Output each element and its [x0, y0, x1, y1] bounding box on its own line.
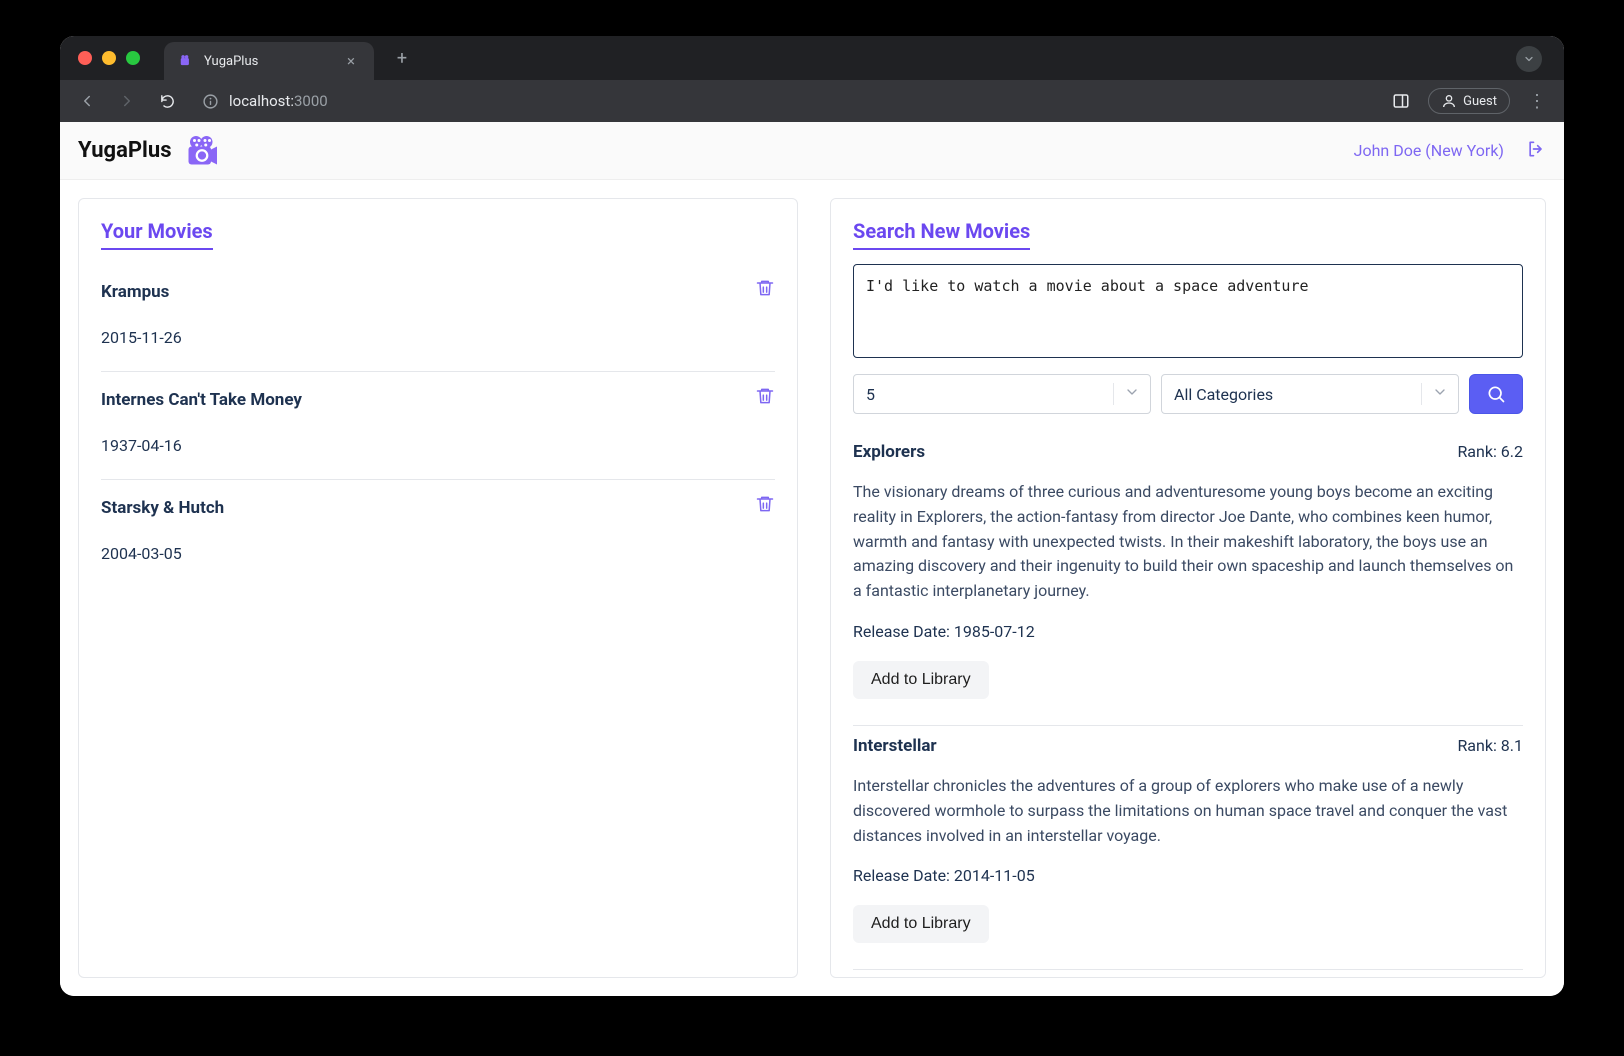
category-value: All Categories	[1174, 385, 1273, 404]
result-title: Interstellar	[853, 736, 937, 756]
info-icon	[202, 93, 219, 110]
user-area: John Doe (New York)	[1354, 139, 1546, 163]
delete-button[interactable]	[755, 386, 775, 410]
movie-title: Internes Can't Take Money	[101, 390, 775, 410]
logout-icon[interactable]	[1526, 139, 1546, 163]
user-link[interactable]: John Doe (New York)	[1354, 141, 1504, 160]
delete-button[interactable]	[755, 278, 775, 302]
category-select[interactable]: All Categories	[1161, 374, 1459, 414]
result-rank: Rank: 6.2	[1457, 442, 1523, 461]
search-result: Interstellar Rank: 8.1 Interstellar chroni…	[853, 726, 1523, 970]
delete-button[interactable]	[755, 494, 775, 518]
library-panel: Your Movies Krampus 2015-11-26 Internes Ca…	[78, 198, 798, 978]
maximize-window-button[interactable]	[126, 51, 140, 65]
library-heading: Your Movies	[101, 219, 213, 250]
movie-title: Krampus	[101, 282, 775, 302]
search-panel: Search New Movies 5 All Categories	[830, 198, 1546, 978]
url-port: 3000	[294, 92, 328, 110]
close-tab-icon[interactable]: ×	[342, 52, 360, 70]
profile-label: Guest	[1463, 94, 1497, 109]
result-release-date: Release Date: 1985-07-12	[853, 622, 1523, 641]
url-host: localhost:	[229, 92, 294, 110]
search-result: Explorers Rank: 6.2 The visionary dreams o…	[853, 432, 1523, 726]
tab-title: YugaPlus	[204, 54, 258, 69]
result-release-date: Release Date: 2014-11-05	[853, 866, 1523, 885]
brand-name: YugaPlus	[78, 138, 172, 163]
profile-button[interactable]: Guest	[1428, 88, 1510, 114]
search-input[interactable]	[853, 264, 1523, 358]
tabs-dropdown-icon[interactable]	[1516, 46, 1542, 72]
forward-button[interactable]	[112, 86, 142, 116]
search-button[interactable]	[1469, 374, 1523, 414]
movie-date: 1937-04-16	[101, 436, 775, 455]
search-heading: Search New Movies	[853, 219, 1030, 250]
back-button[interactable]	[72, 86, 102, 116]
app-content: YugaPlus John Doe (New York)	[60, 122, 1564, 996]
chevron-down-icon	[1432, 384, 1448, 404]
browser-menu-button[interactable]: ⋮	[1522, 86, 1552, 116]
address-bar[interactable]: localhost:3000	[202, 92, 328, 110]
search-icon	[1486, 384, 1506, 404]
result-description: The visionary dreams of three curious an…	[853, 480, 1523, 604]
trash-icon	[755, 386, 775, 406]
close-window-button[interactable]	[78, 51, 92, 65]
trash-icon	[755, 278, 775, 298]
library-item: Krampus 2015-11-26	[101, 264, 775, 372]
reload-button[interactable]	[152, 86, 182, 116]
movie-date: 2004-03-05	[101, 544, 775, 563]
browser-toolbar: localhost:3000 Guest ⋮	[60, 80, 1564, 122]
result-rank: Rank: 8.1	[1457, 736, 1523, 755]
chevron-down-icon	[1124, 384, 1140, 404]
library-item: Internes Can't Take Money 1937-04-16	[101, 372, 775, 480]
camera-icon	[178, 53, 194, 69]
app-header: YugaPlus John Doe (New York)	[60, 122, 1564, 180]
search-result: Conquest of SpaceRank: 5	[853, 970, 1523, 978]
limit-value: 5	[866, 385, 875, 404]
browser-window: YugaPlus × + localhost:3000 Guest	[60, 36, 1564, 996]
panels: Your Movies Krampus 2015-11-26 Internes Ca…	[60, 180, 1564, 996]
side-panel-icon[interactable]	[1386, 86, 1416, 116]
limit-select[interactable]: 5	[853, 374, 1151, 414]
browser-titlebar: YugaPlus × +	[60, 36, 1564, 80]
search-controls: 5 All Categories	[853, 374, 1523, 414]
add-to-library-button[interactable]: Add to Library	[853, 661, 989, 699]
profile-icon	[1441, 93, 1457, 109]
window-controls	[60, 51, 140, 65]
trash-icon	[755, 494, 775, 514]
camera-icon	[184, 133, 220, 169]
browser-tab[interactable]: YugaPlus ×	[164, 42, 374, 80]
minimize-window-button[interactable]	[102, 51, 116, 65]
movie-title: Starsky & Hutch	[101, 498, 775, 518]
movie-date: 2015-11-26	[101, 328, 775, 347]
result-description: Interstellar chronicles the adventures o…	[853, 774, 1523, 848]
new-tab-button[interactable]: +	[388, 44, 416, 72]
library-item: Starsky & Hutch 2004-03-05	[101, 480, 775, 587]
result-title: Explorers	[853, 442, 925, 462]
add-to-library-button[interactable]: Add to Library	[853, 905, 989, 943]
